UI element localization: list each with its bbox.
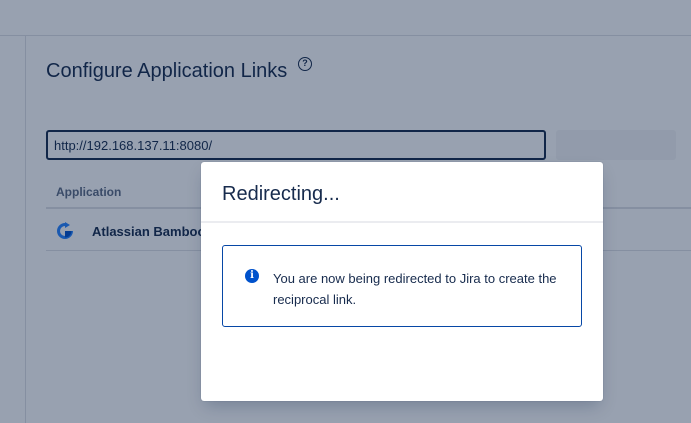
modal-title: Redirecting...	[222, 183, 340, 205]
info-icon: i	[245, 269, 259, 283]
redirecting-dialog: Redirecting... i You are now being redir…	[201, 162, 603, 401]
info-message-text: You are now being redirected to Jira to …	[273, 271, 557, 307]
modal-header: Redirecting...	[201, 162, 603, 223]
info-message: i You are now being redirected to Jira t…	[222, 245, 582, 327]
